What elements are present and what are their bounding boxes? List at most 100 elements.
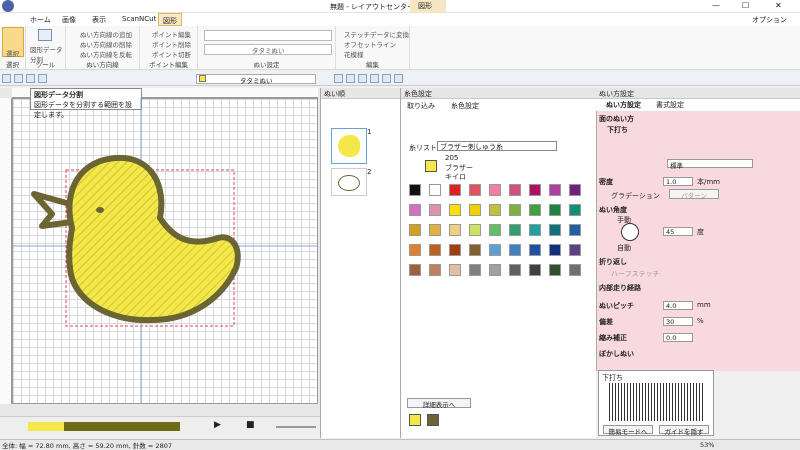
palette-swatch[interactable] [489,184,501,196]
density-input[interactable]: 1.0 [663,177,693,186]
palette-swatch[interactable] [509,204,521,216]
palette-swatch[interactable] [429,204,441,216]
palette-swatch[interactable] [509,224,521,236]
detail-button[interactable]: 詳細表示へ [407,398,471,409]
palette-swatch[interactable] [409,204,421,216]
density-select[interactable]: 標準 [667,159,753,170]
hide-guide-button[interactable]: ガイドを隠す [659,425,709,436]
palette-swatch[interactable] [429,224,441,236]
play-icon[interactable]: ▶ [214,420,221,430]
tool-icon-1[interactable] [2,74,11,83]
angle-input[interactable]: 45 [663,227,693,236]
tab-format-settings[interactable]: 書式設定 [656,100,684,110]
order-icon[interactable] [394,74,403,83]
palette-swatch[interactable] [529,184,541,196]
thread-list-select[interactable]: ブラザー刺しゅう糸 [437,141,557,151]
order-item-2[interactable] [331,168,367,196]
palette-swatch[interactable] [469,204,481,216]
palette-swatch[interactable] [549,264,561,276]
auto-radio[interactable]: 自動 [617,243,631,253]
palette-swatch[interactable] [449,224,461,236]
palette-swatch[interactable] [429,264,441,276]
palette-swatch[interactable] [409,184,421,196]
app-icon[interactable] [2,0,14,12]
palette-swatch[interactable] [529,244,541,256]
half-stitch-checkbox[interactable]: ハーフステッチ [611,269,660,279]
palette-swatch[interactable] [569,204,581,216]
used-color-1[interactable] [409,414,421,426]
palette-swatch[interactable] [469,264,481,276]
palette-swatch[interactable] [489,264,501,276]
group-icon[interactable] [382,74,391,83]
palette-swatch[interactable] [569,244,581,256]
align-icon[interactable] [370,74,379,83]
palette-swatch[interactable] [409,244,421,256]
zoom-icon[interactable] [334,74,343,83]
add-direction-button[interactable]: ぬい方向線の追加 [80,29,132,39]
palette-swatch[interactable] [449,244,461,256]
point-edit-button[interactable]: ポイント編集 [152,29,191,39]
speed-slider[interactable] [276,426,316,428]
tab-shape[interactable]: 図形 [158,13,182,26]
order-item-1[interactable] [331,128,367,164]
palette-swatch[interactable] [469,224,481,236]
options-menu[interactable]: オプション [752,15,787,25]
palette-swatch[interactable] [469,244,481,256]
tool-icon-2[interactable] [14,74,23,83]
palette-swatch[interactable] [509,244,521,256]
pattern-button[interactable]: パターン [669,189,719,200]
color-dropdown[interactable] [204,30,332,41]
palette-swatch[interactable] [489,224,501,236]
palette-swatch[interactable] [429,244,441,256]
palette-swatch[interactable] [569,264,581,276]
minimize-icon[interactable]: — [712,1,720,10]
import-tab[interactable]: 取り込み [407,101,435,111]
palette-swatch[interactable] [489,204,501,216]
rotate-icon[interactable] [358,74,367,83]
comp-input[interactable]: 0.0 [663,333,693,342]
maximize-icon[interactable]: ☐ [742,1,749,10]
palette-swatch[interactable] [429,184,441,196]
tab-scanncut[interactable]: ScanNCut [122,15,156,23]
palette-swatch[interactable] [549,244,561,256]
point-delete-button[interactable]: ポイント削除 [152,39,191,49]
palette-swatch[interactable] [489,244,501,256]
stop-icon[interactable]: ■ [246,420,255,430]
split-icon[interactable] [38,29,52,41]
palette-swatch[interactable] [509,264,521,276]
tab-sew-settings[interactable]: ぬい方設定 [606,100,641,110]
angle-dial[interactable] [621,223,639,241]
palette-swatch[interactable] [409,264,421,276]
palette-swatch[interactable] [509,184,521,196]
delete-direction-button[interactable]: ぬい方向線の削除 [80,39,132,49]
flower-button[interactable]: 花模様 [344,49,364,59]
tab-image[interactable]: 画像 [62,15,76,25]
palette-swatch[interactable] [449,184,461,196]
offset-input[interactable]: 30 [663,317,693,326]
palette-swatch[interactable] [569,224,581,236]
palette-swatch[interactable] [409,224,421,236]
palette-swatch[interactable] [449,204,461,216]
palette-swatch[interactable] [529,264,541,276]
palette-swatch[interactable] [549,204,561,216]
bird-shape[interactable] [12,98,318,404]
point-cut-button[interactable]: ポイント切断 [152,49,191,59]
convert-stitch-button[interactable]: ステッチデータに変換 [344,29,409,39]
gradation-checkbox[interactable]: グラデーション [611,191,660,201]
palette-swatch[interactable] [549,224,561,236]
flip-direction-button[interactable]: ぬい方向線を反転 [80,49,132,59]
close-icon[interactable]: ✕ [775,1,782,10]
tool-icon-3[interactable] [26,74,35,83]
palette-swatch[interactable] [469,184,481,196]
underlay-checkbox[interactable]: 下打ち [607,125,800,135]
tool-icon-4[interactable] [38,74,47,83]
pitch-input[interactable]: 4.0 [663,301,693,310]
palette-swatch[interactable] [449,264,461,276]
tab-view[interactable]: 表示 [92,15,106,25]
used-color-2[interactable] [427,414,439,426]
move-icon[interactable] [346,74,355,83]
thread-color-tab[interactable]: 糸色設定 [451,101,479,111]
palette-swatch[interactable] [549,184,561,196]
palette-swatch[interactable] [529,204,541,216]
palette-swatch[interactable] [569,184,581,196]
